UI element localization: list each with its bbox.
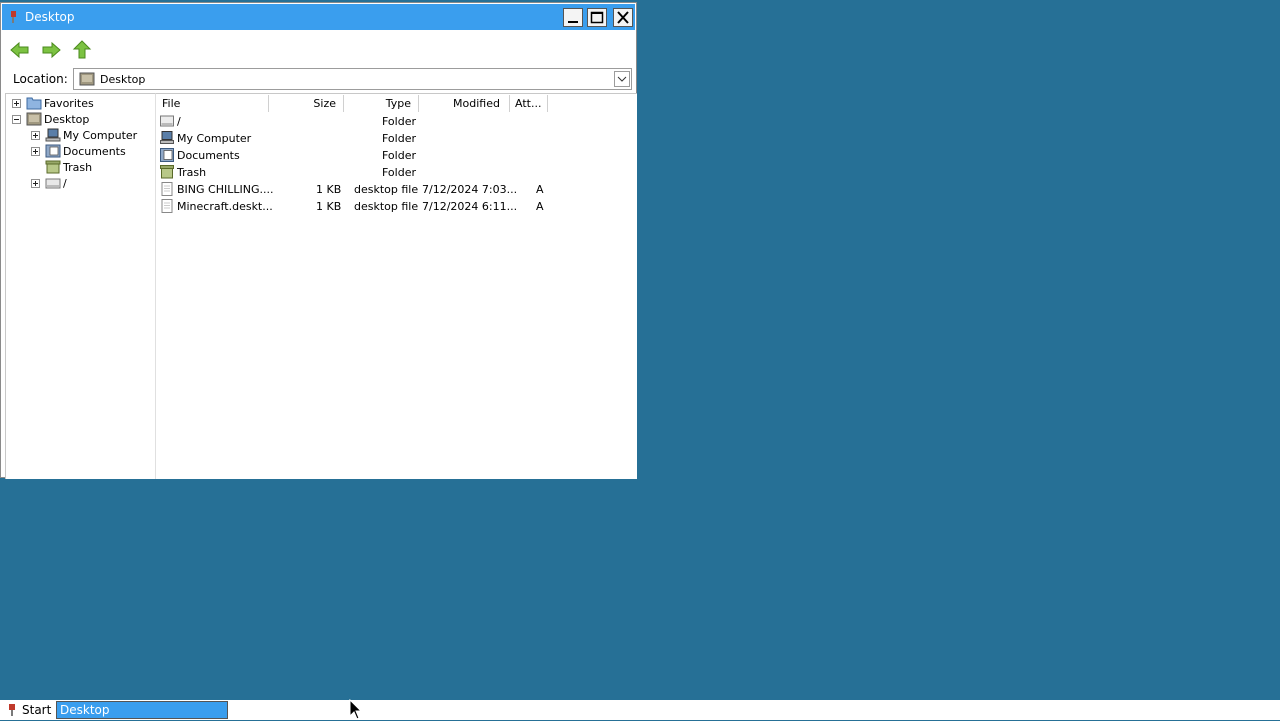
file-type: Folder — [382, 115, 416, 128]
up-arrow-icon[interactable] — [71, 40, 93, 60]
file-modified: 7/12/2024 7:03... — [422, 183, 518, 196]
maximize-icon — [590, 11, 604, 24]
file-size: 1 KB — [316, 200, 342, 213]
minimize-icon — [568, 21, 578, 23]
file-size: 1 KB — [316, 183, 342, 196]
expand-icon[interactable] — [31, 147, 40, 156]
start-label: Start — [22, 703, 52, 717]
file-modified: 7/12/2024 6:11... — [422, 200, 518, 213]
column-header-modified[interactable]: Modified — [419, 95, 510, 112]
taskbar: Start Desktop — [0, 700, 1280, 720]
expand-icon[interactable] — [12, 99, 21, 108]
list-item[interactable]: Documents Folder — [156, 147, 637, 164]
file-name: Documents — [177, 149, 240, 162]
tree-item-label: Desktop — [44, 113, 90, 126]
start-button[interactable]: Start — [2, 701, 54, 719]
tree-item-label: My Computer — [63, 129, 138, 142]
tree-item-label: / — [63, 177, 67, 190]
close-button[interactable] — [613, 8, 633, 27]
window-title: Desktop — [25, 10, 75, 24]
forward-arrow-icon[interactable] — [40, 40, 62, 60]
taskbar-item-desktop[interactable]: Desktop — [56, 701, 228, 719]
file-icon — [161, 182, 173, 196]
column-header-attributes[interactable]: Att... — [510, 95, 548, 112]
location-value: Desktop — [100, 73, 146, 86]
column-header-type[interactable]: Type — [344, 95, 419, 112]
maximize-button[interactable] — [587, 8, 607, 27]
list-item[interactable]: My Computer Folder — [156, 130, 637, 147]
desktop-icon — [79, 72, 95, 86]
favorites-folder-icon — [26, 97, 42, 110]
documents-icon — [45, 144, 61, 158]
file-name: Trash — [177, 166, 207, 179]
list-item[interactable]: Trash Folder — [156, 164, 637, 181]
back-arrow-icon[interactable] — [9, 40, 31, 60]
column-header-label: Size — [313, 97, 336, 110]
list-item[interactable]: / Folder — [156, 113, 637, 130]
file-attributes: A — [536, 183, 544, 196]
file-name: My Computer — [177, 132, 252, 145]
app-icon — [11, 11, 16, 23]
column-header-label: Att... — [515, 97, 542, 110]
title-bar[interactable]: Desktop — [2, 4, 635, 30]
location-label: Location: — [13, 72, 68, 86]
documents-icon — [160, 148, 174, 162]
location-dropdown-button[interactable] — [614, 71, 630, 87]
drive-icon — [45, 178, 61, 189]
file-manager-window: Desktop Location: Desktop Favorites Desk… — [0, 2, 637, 479]
tree-item-label: Favorites — [44, 97, 94, 110]
close-icon — [617, 11, 629, 24]
expand-icon[interactable] — [31, 131, 40, 140]
column-header-label: Type — [385, 97, 411, 110]
minimize-button[interactable] — [563, 8, 583, 27]
expand-icon[interactable] — [31, 179, 40, 188]
file-icon — [161, 199, 173, 213]
file-type: desktop file — [354, 200, 419, 213]
file-name: BING CHILLING.... — [177, 183, 274, 196]
column-header-size[interactable]: Size — [269, 95, 344, 112]
computer-icon — [45, 128, 61, 142]
file-name: Minecraft.deskt... — [177, 200, 273, 213]
file-name: / — [177, 115, 181, 128]
file-attributes: A — [536, 200, 544, 213]
column-header-file[interactable]: File — [156, 95, 269, 112]
file-type: Folder — [382, 166, 416, 179]
list-item[interactable]: Minecraft.deskt... 1 KB desktop file 7/1… — [156, 198, 637, 215]
location-combobox[interactable]: Desktop — [73, 68, 632, 90]
file-list[interactable]: File Size Type Modified Att... / Folder — [155, 93, 637, 479]
file-type: Folder — [382, 149, 416, 162]
tree-item-label: Trash — [63, 161, 93, 174]
start-icon — [9, 704, 15, 716]
collapse-icon[interactable] — [12, 115, 21, 124]
list-item[interactable]: BING CHILLING.... 1 KB desktop file 7/12… — [156, 181, 637, 198]
file-type: desktop file — [354, 183, 419, 196]
drive-icon — [160, 115, 174, 127]
tree-item-label: Documents — [63, 145, 126, 158]
column-header-label: File — [162, 97, 181, 110]
taskbar-item-label: Desktop — [60, 703, 110, 717]
file-type: Folder — [382, 132, 416, 145]
trash-icon — [160, 165, 174, 179]
trash-icon — [45, 160, 61, 174]
desktop-icon — [26, 112, 42, 126]
column-header-label: Modified — [453, 97, 500, 110]
mouse-cursor-icon — [349, 699, 363, 720]
folder-tree[interactable]: Favorites Desktop My Computer Documents … — [5, 93, 155, 479]
computer-icon — [160, 131, 174, 144]
chevron-down-icon — [617, 76, 627, 82]
